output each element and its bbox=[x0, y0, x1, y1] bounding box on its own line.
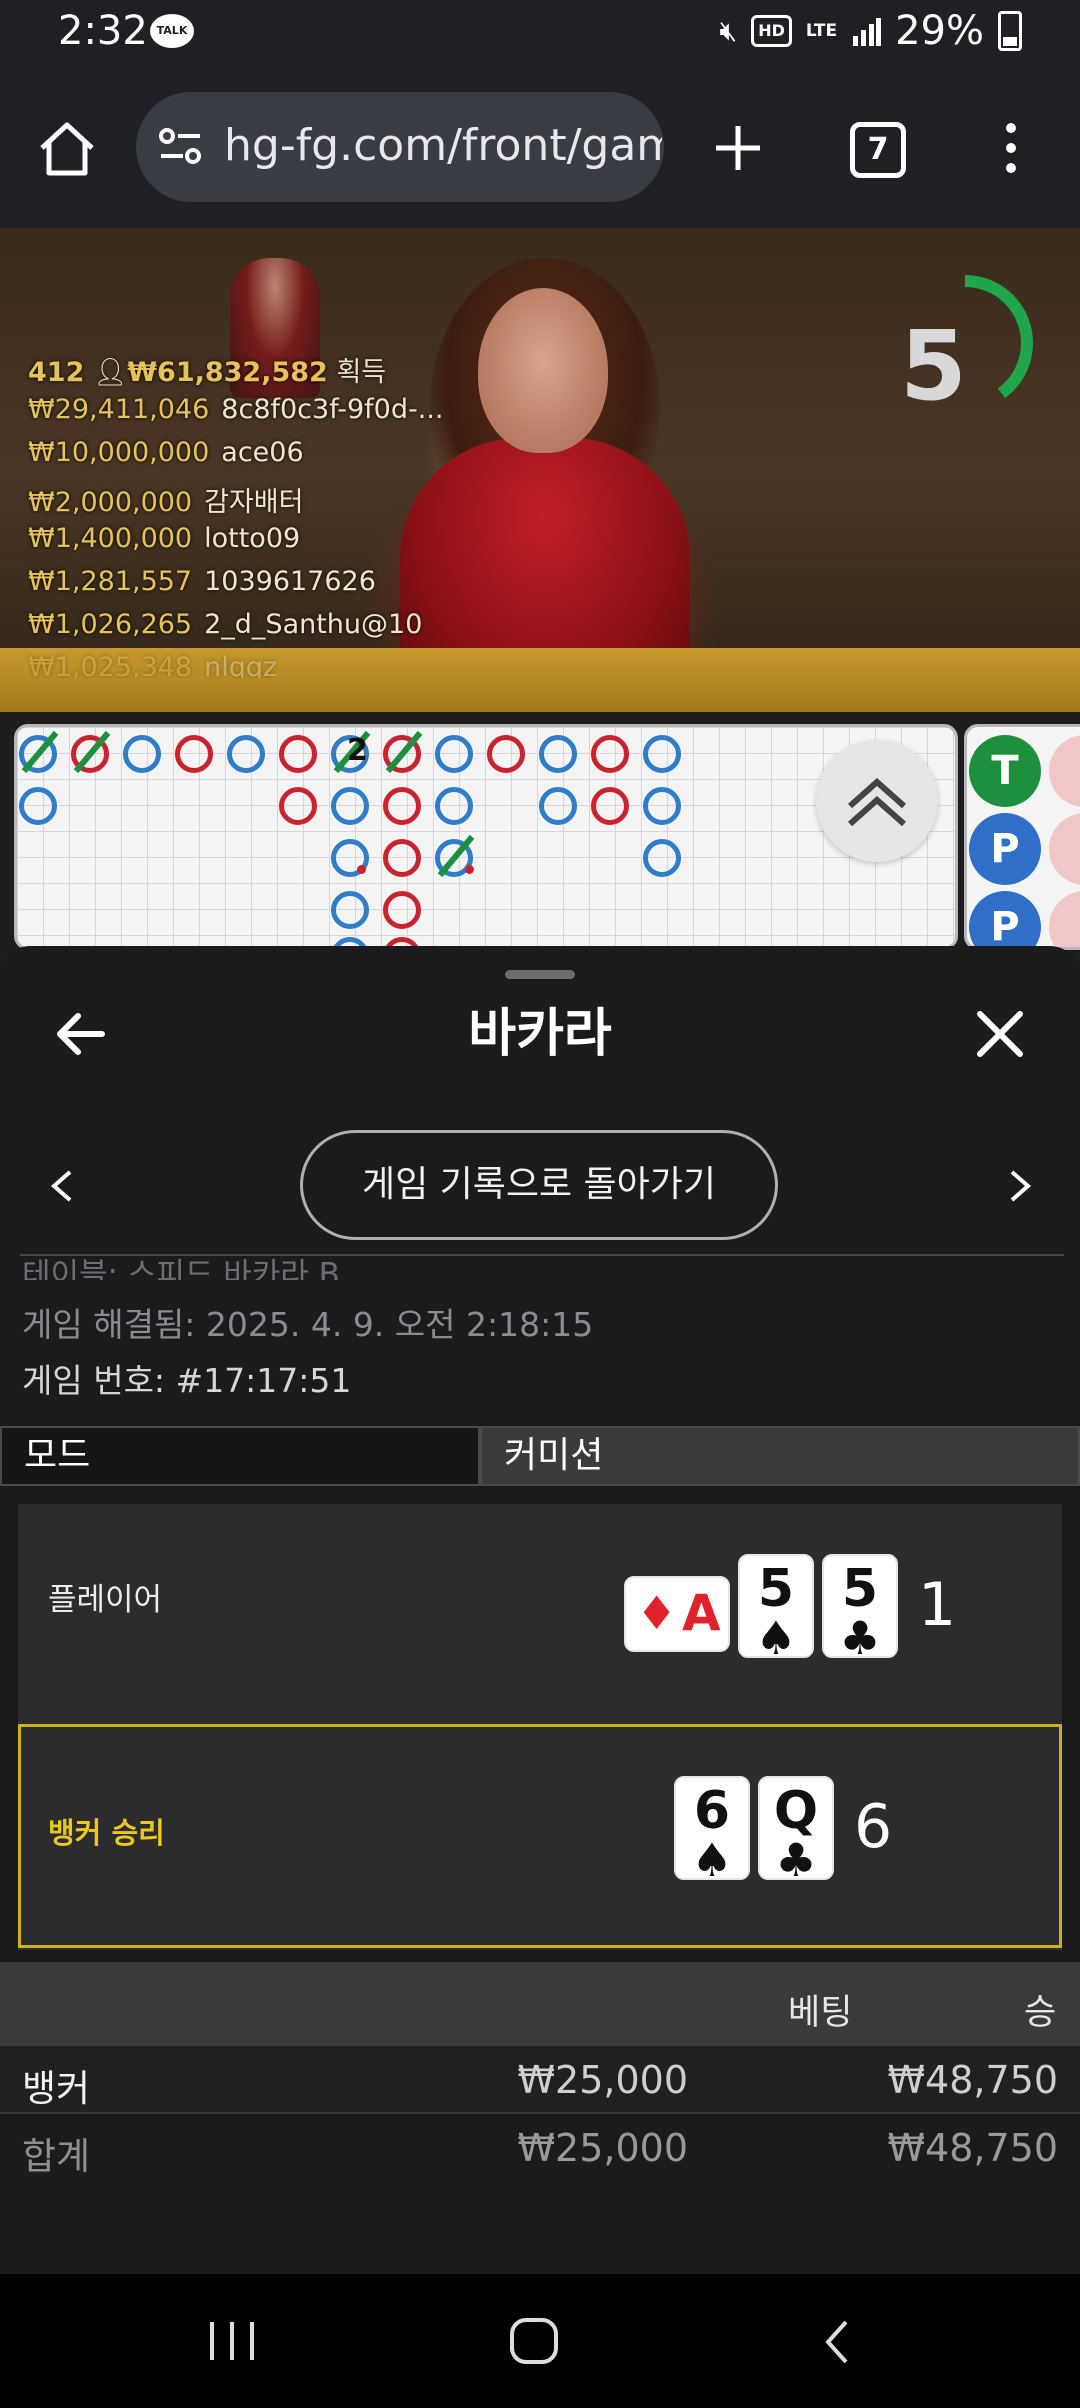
battery-icon bbox=[998, 11, 1022, 51]
table-name: 테이블: 스피드 바카라 B bbox=[22, 1258, 340, 1280]
tab-mode[interactable]: 모드 bbox=[0, 1426, 480, 1486]
bead-player bbox=[539, 787, 577, 825]
bet-column-label: 베팅 bbox=[788, 1993, 853, 2033]
player-label: 플레이어 bbox=[48, 1582, 163, 1618]
bead-player bbox=[539, 735, 577, 773]
status-icons: 🔇︎ HD LTE 29% bbox=[720, 8, 1022, 54]
bead-player bbox=[227, 735, 265, 773]
bead-player bbox=[331, 787, 369, 825]
hd-voice-icon: HD bbox=[751, 15, 792, 47]
back-to-history-button[interactable]: 게임 기록으로 돌아가기 bbox=[300, 1130, 778, 1240]
home-nav-icon[interactable] bbox=[508, 2316, 560, 2366]
kakaotalk-notification-icon: TALK bbox=[150, 14, 194, 48]
winner-row: ₩2,000,000 감자배터 bbox=[28, 487, 304, 518]
bead-player bbox=[435, 787, 473, 825]
signal-icon bbox=[853, 18, 882, 46]
prediction-player: P bbox=[969, 813, 1041, 885]
bead-player bbox=[643, 735, 681, 773]
bead-banker bbox=[383, 787, 421, 825]
player-score: 1 bbox=[918, 1570, 957, 1640]
bead-banker bbox=[279, 735, 317, 773]
tab-switcher-button[interactable]: 7 bbox=[850, 122, 906, 178]
resolved-time: 게임 해결됨: 2025. 4. 9. 오전 2:18:15 bbox=[22, 1305, 594, 1344]
prediction-player: P bbox=[969, 891, 1041, 947]
bead-banker bbox=[591, 787, 629, 825]
close-icon[interactable] bbox=[972, 1006, 1028, 1062]
prediction-ghost bbox=[1049, 735, 1080, 807]
bead-banker bbox=[487, 735, 525, 773]
bead-banker bbox=[175, 735, 213, 773]
chevron-double-up-icon bbox=[848, 777, 906, 827]
tie-count: 2 bbox=[347, 733, 368, 768]
bet-table-header bbox=[0, 1962, 1080, 2046]
win-amount: ₩48,750 bbox=[887, 2058, 1058, 2102]
winner-row: ₩1,281,557 1039617626 bbox=[28, 566, 376, 597]
banker-card: 6 ♠ bbox=[674, 1776, 750, 1883]
mute-icon: 🔇︎ bbox=[719, 14, 738, 47]
banker-result-highlight bbox=[18, 1724, 1062, 1948]
table-row: 합계 ₩25,000 ₩48,750 bbox=[0, 2114, 1080, 2180]
bead-player bbox=[331, 891, 369, 929]
home-icon[interactable] bbox=[36, 118, 98, 180]
bet-amount: ₩25,000 bbox=[517, 2058, 688, 2102]
banker-win-label: 뱅커 승리 bbox=[48, 1816, 165, 1850]
url-text[interactable]: hg-fg.com/front/gam bbox=[224, 116, 662, 176]
bead-banker bbox=[383, 891, 421, 929]
expand-roadmap-button[interactable] bbox=[816, 740, 938, 862]
bead-player bbox=[435, 735, 473, 773]
person-icon: 👤︎ bbox=[92, 357, 128, 388]
game-number: 게임 번호: #17:17:51 bbox=[22, 1361, 352, 1400]
bead-banker bbox=[279, 787, 317, 825]
total-won: ₩61,832,582 bbox=[127, 357, 328, 388]
winner-row: ₩10,000,000 ace06 bbox=[28, 437, 304, 468]
battery-percent: 29% bbox=[895, 8, 984, 54]
divider bbox=[20, 1254, 1064, 1256]
bead-player bbox=[123, 735, 161, 773]
back-nav-icon[interactable] bbox=[822, 2318, 852, 2366]
round-stats: 412 👤︎₩61,832,582 획득 bbox=[28, 350, 386, 389]
bead-banker bbox=[383, 839, 421, 877]
banker-card: Q ♣ bbox=[758, 1776, 834, 1883]
bead-player bbox=[643, 787, 681, 825]
winner-row: ₩29,411,046 8c8f0c3f-9f0d-... bbox=[28, 394, 444, 425]
bet-name: 뱅커 bbox=[22, 2067, 91, 2110]
prediction-road: T P P bbox=[964, 724, 1080, 950]
site-settings-icon[interactable] bbox=[156, 122, 206, 172]
sheet-drag-handle[interactable] bbox=[505, 970, 575, 979]
bead-banker bbox=[591, 735, 629, 773]
total-win: ₩48,750 bbox=[887, 2126, 1058, 2170]
lte-icon: LTE bbox=[805, 21, 838, 41]
chevron-right-icon[interactable] bbox=[1004, 1168, 1036, 1204]
total-bet: ₩25,000 bbox=[517, 2126, 688, 2170]
player-card: 5 ♠ bbox=[738, 1554, 814, 1661]
pair-dot bbox=[357, 865, 366, 874]
new-tab-icon[interactable] bbox=[708, 118, 768, 178]
players-count: 412 bbox=[28, 357, 85, 388]
won-label: 획득 bbox=[336, 357, 387, 388]
total-label: 합계 bbox=[22, 2135, 91, 2178]
chevron-left-icon[interactable] bbox=[46, 1168, 78, 1204]
bead-player bbox=[19, 787, 57, 825]
status-time: 2:32 bbox=[58, 8, 148, 54]
tab-commission[interactable]: 커미션 bbox=[480, 1426, 1080, 1486]
dealer-face-image bbox=[478, 288, 608, 453]
player-card-3-rotated: ♦ A bbox=[624, 1576, 730, 1652]
win-column-label: 승 bbox=[1024, 1993, 1057, 2033]
prediction-ghost bbox=[1049, 813, 1080, 885]
sheet-title: 바카라 bbox=[468, 1004, 612, 1064]
more-vert-icon[interactable] bbox=[996, 118, 1026, 178]
winner-row: ₩1,400,000 lotto09 bbox=[28, 523, 301, 554]
pair-dot bbox=[465, 865, 474, 874]
recent-apps-icon[interactable] bbox=[206, 2320, 258, 2362]
winner-row: ₩1,026,265 2_d_Santhu@10 bbox=[28, 609, 423, 640]
countdown-timer: 5 bbox=[900, 310, 967, 422]
winner-row: ₩1,025,348 nlqqz bbox=[28, 652, 278, 678]
bead-player bbox=[643, 839, 681, 877]
table-row: 뱅커 ₩25,000 ₩48,750 bbox=[0, 2046, 1080, 2114]
banker-score: 6 bbox=[854, 1792, 893, 1862]
prediction-tie: T bbox=[969, 735, 1041, 807]
player-card: 5 ♣ bbox=[822, 1554, 898, 1661]
prediction-ghost bbox=[1049, 891, 1080, 947]
